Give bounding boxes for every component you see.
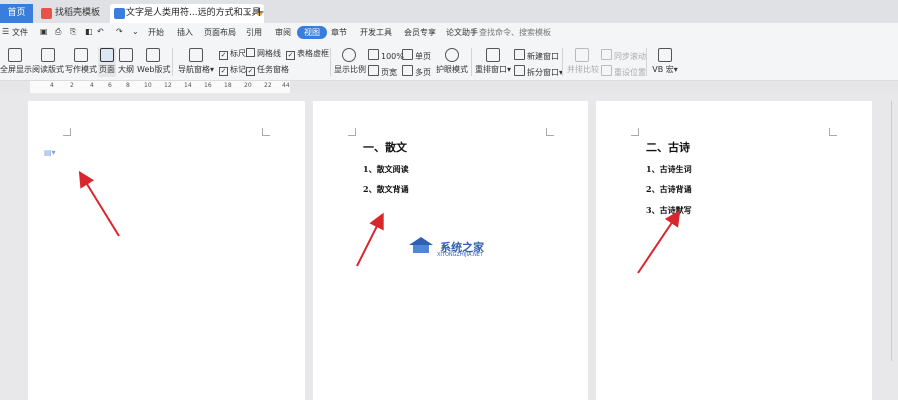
arrow-annotation xyxy=(356,212,384,267)
annotation-arrows xyxy=(78,170,681,274)
arrow-annotation xyxy=(78,170,120,237)
arrow-annotation xyxy=(637,210,681,274)
